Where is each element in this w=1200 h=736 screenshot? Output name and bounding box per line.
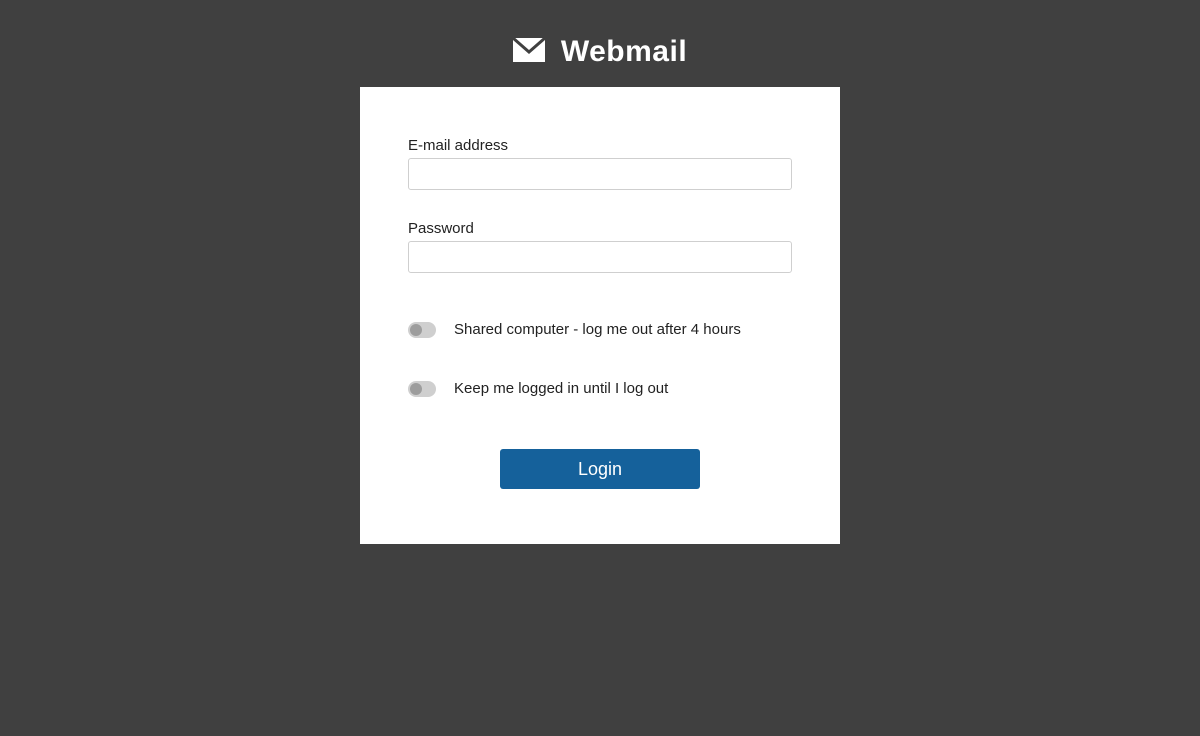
- email-label: E-mail address: [408, 137, 792, 154]
- keep-logged-in-label: Keep me logged in until I log out: [454, 380, 668, 397]
- shared-computer-label: Shared computer - log me out after 4 hou…: [454, 321, 741, 338]
- app-header: Webmail: [0, 0, 1200, 87]
- shared-computer-row: Shared computer - log me out after 4 hou…: [408, 321, 792, 338]
- button-row: Login: [408, 449, 792, 489]
- password-field-group: Password: [408, 220, 792, 273]
- email-input[interactable]: [408, 158, 792, 190]
- keep-logged-in-toggle[interactable]: [408, 381, 436, 397]
- shared-computer-toggle[interactable]: [408, 322, 436, 338]
- login-card: E-mail address Password Shared computer …: [360, 87, 840, 544]
- password-label: Password: [408, 220, 792, 237]
- password-input[interactable]: [408, 241, 792, 273]
- toggle-knob: [410, 324, 422, 336]
- envelope-icon: [513, 38, 545, 67]
- app-title: Webmail: [561, 35, 687, 69]
- email-field-group: E-mail address: [408, 137, 792, 190]
- toggle-section: Shared computer - log me out after 4 hou…: [408, 321, 792, 397]
- toggle-knob: [410, 383, 422, 395]
- keep-logged-in-row: Keep me logged in until I log out: [408, 380, 792, 397]
- login-button[interactable]: Login: [500, 449, 700, 489]
